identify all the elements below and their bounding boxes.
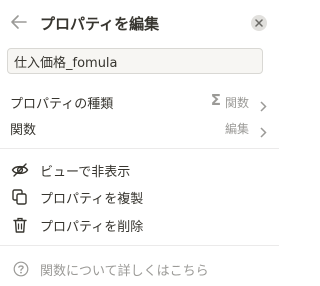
property-type-label: プロパティの種類 [10, 97, 114, 112]
chevron-right-icon [259, 97, 267, 112]
property-name-input[interactable] [7, 48, 263, 74]
header: プロパティを編集 [0, 0, 279, 44]
property-type-value: 関数 [224, 96, 249, 110]
formula-help-label: 関数について詳しくはこちら [40, 264, 209, 279]
formula-help-link[interactable]: 関数について詳しくはこちら [0, 258, 279, 280]
hide-in-view-action[interactable]: ビューで非表示 [0, 157, 279, 183]
sigma-icon: Σ [210, 91, 221, 109]
hide-in-view-label: ビューで非表示 [40, 165, 131, 180]
duplicate-property-label: プロパティを複製 [40, 192, 144, 207]
duplicate-icon [11, 189, 29, 205]
panel-title: プロパティを編集 [40, 15, 160, 33]
formula-edit-value: 編集 [224, 122, 249, 136]
trash-icon [11, 217, 29, 233]
delete-property-label: プロパティを削除 [40, 220, 144, 235]
divider [0, 245, 279, 246]
formula-row[interactable]: 関数 編集 [0, 115, 279, 141]
eye-slash-icon [11, 162, 29, 178]
arrow-left-icon[interactable] [10, 14, 28, 30]
divider [0, 148, 279, 149]
delete-property-action[interactable]: プロパティを削除 [0, 212, 279, 238]
duplicate-property-action[interactable]: プロパティを複製 [0, 184, 279, 210]
property-type-row[interactable]: プロパティの種類 Σ 関数 [0, 89, 279, 115]
help-circle-icon [13, 261, 29, 277]
close-icon[interactable] [251, 15, 267, 31]
chevron-right-icon [259, 123, 267, 138]
formula-label: 関数 [10, 123, 37, 138]
